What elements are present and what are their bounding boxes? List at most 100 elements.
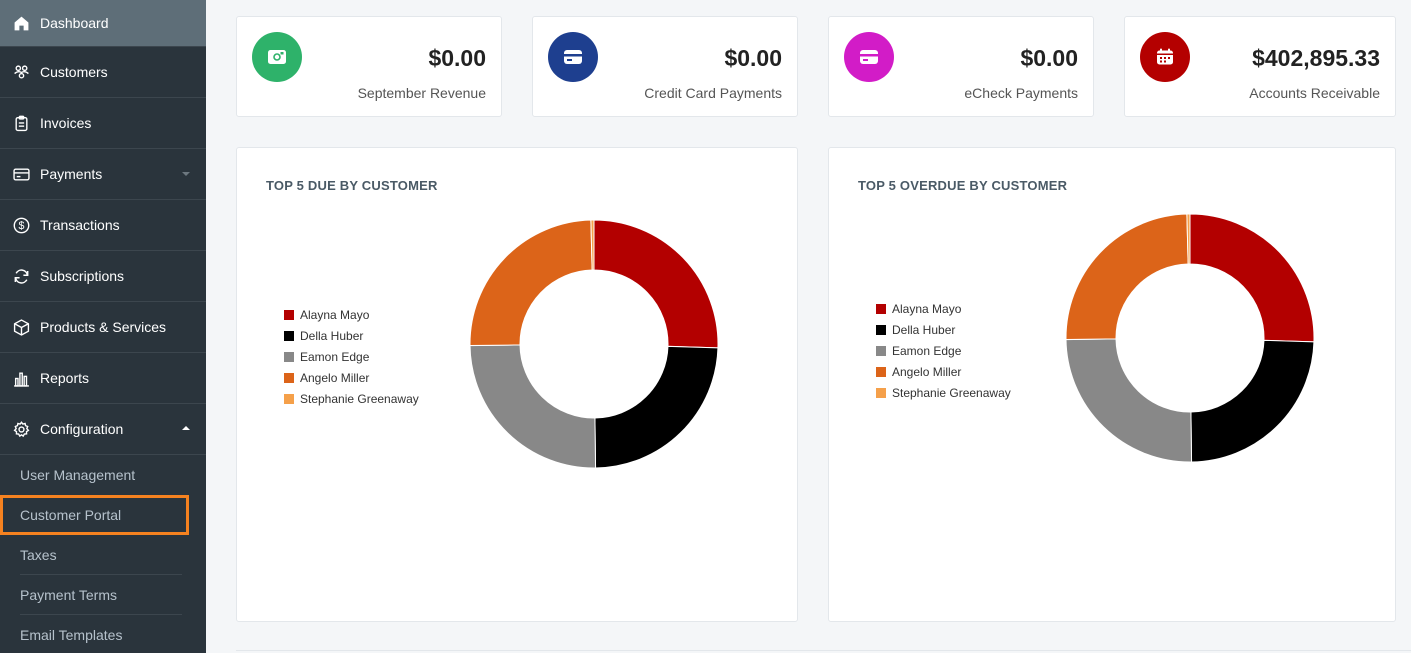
gear-icon — [12, 420, 30, 438]
sidebar-item-invoices[interactable]: Invoices — [0, 98, 206, 149]
chart-card-top5-overdue: TOP 5 OVERDUE BY CUSTOMER Alayna Mayo Del… — [828, 147, 1396, 622]
main-content: $0.00 September Revenue $0.00 Credit Car… — [206, 0, 1411, 653]
chart-title: TOP 5 OVERDUE BY CUSTOMER — [858, 178, 1068, 193]
sidebar-item-label: Configuration — [40, 421, 124, 437]
stat-card-accounts-receivable: $402,895.33 Accounts Receivable — [1124, 16, 1396, 117]
legend-swatch — [876, 324, 886, 335]
sidebar-subitem-label: User Management — [20, 467, 136, 483]
legend-item[interactable]: Alayna Mayo — [876, 298, 1011, 319]
legend-swatch — [876, 345, 886, 356]
donut-slice-alayna-mayo[interactable] — [1189, 213, 1315, 343]
sidebar-item-label: Invoices — [40, 115, 92, 131]
legend-item[interactable]: Alayna Mayo — [284, 304, 419, 325]
sidebar-item-products-services[interactable]: Products & Services — [0, 302, 206, 353]
customers-icon — [12, 63, 30, 81]
legend-item[interactable]: Stephanie Greenaway — [284, 388, 419, 409]
donut-slice-angelo-miller[interactable] — [1065, 213, 1189, 341]
legend-swatch — [284, 309, 294, 320]
donut-slice-eamon-edge[interactable] — [1065, 338, 1193, 463]
sidebar-item-customers[interactable]: Customers — [0, 47, 206, 98]
stat-amount: $0.00 — [428, 45, 486, 71]
bar-chart-icon — [12, 369, 30, 387]
home-icon — [12, 14, 30, 32]
sidebar-item-dashboard[interactable]: Dashboard — [0, 0, 206, 47]
sidebar-item-label: Reports — [40, 370, 90, 386]
legend-label: Alayna Mayo — [300, 307, 370, 322]
stat-icon-circle — [548, 32, 598, 82]
legend-label: Angelo Miller — [300, 370, 370, 385]
legend-item[interactable]: Stephanie Greenaway — [876, 382, 1011, 403]
box-icon — [12, 318, 30, 336]
sidebar: Dashboard Customers Invoices Payments $ … — [0, 0, 206, 653]
sidebar-subitem-label: Email Templates — [20, 627, 123, 643]
donut-slice-angelo-miller[interactable] — [469, 219, 593, 347]
sidebar-subitem-payment-terms[interactable]: Payment Terms — [0, 575, 206, 615]
chart-legend: Alayna Mayo Della Huber Eamon Edge Angelo M… — [876, 298, 1011, 403]
cash-icon — [268, 50, 286, 64]
legend-swatch — [876, 303, 886, 314]
stat-amount: $0.00 — [724, 45, 782, 71]
refresh-icon — [12, 267, 30, 285]
stat-label: Credit Card Payments — [644, 85, 782, 101]
stat-card-echeck-payments: $0.00 eCheck Payments — [828, 16, 1094, 117]
donut-slice-alayna-mayo[interactable] — [593, 219, 719, 349]
donut-slice-della-huber[interactable] — [1190, 339, 1315, 463]
sidebar-item-payments[interactable]: Payments — [0, 149, 206, 200]
stat-card-credit-card-payments: $0.00 Credit Card Payments — [532, 16, 798, 117]
legend-swatch — [876, 387, 886, 398]
legend-label: Alayna Mayo — [892, 301, 962, 316]
legend-swatch — [284, 372, 294, 383]
sidebar-item-label: Customers — [40, 64, 108, 80]
sidebar-item-label: Subscriptions — [40, 268, 125, 284]
svg-text:$: $ — [18, 220, 24, 232]
chevron-down-icon — [182, 172, 190, 176]
legend-item[interactable]: Eamon Edge — [876, 340, 1011, 361]
donut-slice-della-huber[interactable] — [594, 345, 719, 469]
legend-item[interactable]: Angelo Miller — [284, 367, 419, 388]
sidebar-subitem-email-templates[interactable]: Email Templates — [0, 615, 206, 653]
stat-icon-circle — [1140, 32, 1190, 82]
sidebar-subitem-label: Customer Portal — [20, 507, 122, 523]
chart-title: TOP 5 DUE BY CUSTOMER — [266, 178, 438, 193]
legend-item[interactable]: Eamon Edge — [284, 346, 419, 367]
legend-label: Della Huber — [300, 328, 364, 343]
legend-item[interactable]: Angelo Miller — [876, 361, 1011, 382]
sidebar-item-label: Payments — [40, 166, 103, 182]
donut-chart — [469, 219, 719, 469]
sidebar-item-transactions[interactable]: $ Transactions — [0, 200, 206, 251]
stat-amount: $0.00 — [1020, 45, 1078, 71]
sidebar-item-configuration[interactable]: Configuration — [0, 404, 206, 455]
sidebar-subitem-user-management[interactable]: User Management — [0, 455, 206, 495]
sidebar-item-label: Transactions — [40, 217, 120, 233]
calendar-icon — [1157, 48, 1173, 65]
dollar-circle-icon: $ — [12, 216, 30, 234]
credit-card-icon — [564, 50, 582, 64]
legend-item[interactable]: Della Huber — [876, 319, 1011, 340]
legend-swatch — [284, 351, 294, 362]
stat-card-september-revenue: $0.00 September Revenue — [236, 16, 502, 117]
sidebar-item-label: Dashboard — [40, 15, 109, 31]
clipboard-icon — [12, 114, 30, 132]
donut-slice-eamon-edge[interactable] — [469, 344, 597, 469]
chart-card-top5-due: TOP 5 DUE BY CUSTOMER Alayna Mayo Della H… — [236, 147, 798, 622]
sidebar-subitem-label: Taxes — [20, 547, 57, 563]
legend-item[interactable]: Della Huber — [284, 325, 419, 346]
credit-card-icon — [12, 165, 30, 183]
sidebar-item-reports[interactable]: Reports — [0, 353, 206, 404]
sidebar-subitem-taxes[interactable]: Taxes — [0, 535, 206, 575]
legend-swatch — [876, 366, 886, 377]
legend-label: Eamon Edge — [300, 349, 370, 364]
credit-card-icon — [860, 50, 878, 64]
sidebar-item-subscriptions[interactable]: Subscriptions — [0, 251, 206, 302]
legend-label: Stephanie Greenaway — [300, 391, 419, 406]
stat-amount: $402,895.33 — [1252, 45, 1380, 71]
stat-label: September Revenue — [357, 85, 486, 101]
legend-label: Angelo Miller — [892, 364, 962, 379]
sidebar-subitem-customer-portal[interactable]: Customer Portal — [0, 495, 189, 535]
legend-label: Eamon Edge — [892, 343, 962, 358]
sidebar-subitem-label: Payment Terms — [20, 587, 117, 603]
stat-label: Accounts Receivable — [1249, 85, 1380, 101]
legend-label: Della Huber — [892, 322, 956, 337]
stat-icon-circle — [844, 32, 894, 82]
legend-label: Stephanie Greenaway — [892, 385, 1011, 400]
